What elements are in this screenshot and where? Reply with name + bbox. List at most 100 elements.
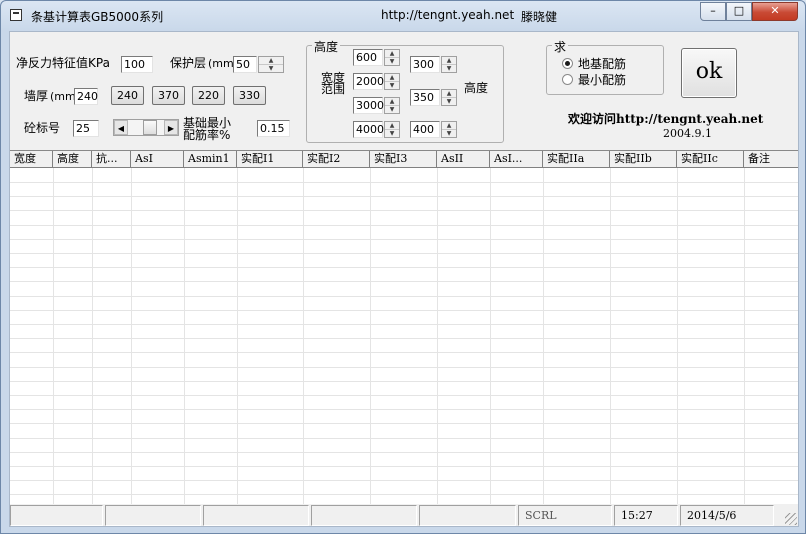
radio-foundation-label[interactable]: 地基配筋 [578,55,626,72]
height-input-1[interactable]: 300 [410,56,440,73]
spin-up-icon[interactable]: ▲ [442,90,456,97]
col-header-asi-2[interactable]: AsI... [490,151,543,167]
wall-input[interactable]: 240 [74,88,98,105]
spin-up-icon[interactable]: ▲ [385,122,399,129]
scroll-right-icon[interactable]: ▶ [164,120,178,135]
spin-up-icon[interactable]: ▲ [385,74,399,81]
grid-row-line [10,225,798,226]
spin-down-icon[interactable]: ▼ [385,105,399,113]
status-bar: SCRL 15:27 2014/5/6 [10,504,798,526]
height-spinner-2[interactable]: ▲ ▼ [441,89,457,106]
width-input-2[interactable]: 2000 [353,73,384,90]
radio-minimum-label[interactable]: 最小配筋 [578,71,626,88]
spin-up-icon[interactable]: ▲ [259,57,283,64]
cover-input[interactable]: 50 [233,56,257,73]
title-author: 滕晓健 [521,10,558,24]
net-reaction-label: 净反力特征值KPa [16,56,110,70]
col-header-asii[interactable]: AsII [437,151,490,167]
grid-row-line [10,480,798,481]
grid-col-line [184,168,185,505]
grid-row-line [10,438,798,439]
grid-col-line [744,168,745,505]
width-input-3[interactable]: 3000 [353,97,384,114]
wall-preset-220-button[interactable]: 220 [192,86,225,105]
col-header-shipei-i1[interactable]: 实配I1 [237,151,303,167]
ok-button[interactable]: ok [681,48,737,98]
wall-preset-370-button[interactable]: 370 [152,86,185,105]
col-header-shipei-iib[interactable]: 实配IIb [610,151,677,167]
app-icon[interactable] [10,9,22,21]
col-header-height[interactable]: 高度 [53,151,92,167]
grid-row-line [10,452,798,453]
radio-minimum[interactable] [562,74,573,85]
spin-down-icon[interactable]: ▼ [442,97,456,105]
spin-down-icon[interactable]: ▼ [442,129,456,137]
grid-row-line [10,196,798,197]
col-header-shipei-iic[interactable]: 实配IIc [677,151,744,167]
maximize-button[interactable]: □ [726,2,752,21]
grid-row-line [10,210,798,211]
spin-down-icon[interactable]: ▼ [385,129,399,137]
grid-row-line [10,324,798,325]
width-input-1[interactable]: 600 [353,49,383,66]
wall-preset-240-button[interactable]: 240 [111,86,144,105]
grid-col-line [490,168,491,505]
spin-down-icon[interactable]: ▼ [385,57,399,65]
status-panel-5 [419,505,516,526]
spin-up-icon[interactable]: ▲ [385,98,399,105]
concrete-scrollbar[interactable]: ◀ ▶ [113,119,179,136]
spin-up-icon[interactable]: ▲ [442,122,456,129]
status-panel-time: 15:27 [614,505,678,526]
scroll-thumb[interactable] [143,120,157,135]
width-spinner-4[interactable]: ▲ ▼ [384,121,400,138]
grid-col-line [437,168,438,505]
cover-label: 保护层 [170,56,207,70]
close-button[interactable]: ✕ [752,2,798,21]
resize-grip-icon[interactable] [785,513,797,525]
width-spinner-3[interactable]: ▲ ▼ [384,97,400,114]
grid-col-line [370,168,371,505]
min-ratio-input[interactable]: 0.15 [257,120,290,137]
wall-preset-330-button[interactable]: 330 [233,86,266,105]
grid-col-line [53,168,54,505]
spin-down-icon[interactable]: ▼ [442,64,456,72]
width-input-4[interactable]: 4000 [353,121,384,138]
main-window: 条基计算表GB5000系列 http://tengnt.yeah.net 滕晓健… [0,0,806,534]
col-header-width[interactable]: 宽度 [10,151,53,167]
min-ratio-label-2: 配筋率% [183,128,231,142]
concrete-input[interactable]: 25 [73,120,99,137]
concrete-label: 砼标号 [24,121,61,135]
height-spinner-1[interactable]: ▲ ▼ [441,56,457,73]
grid-row-line [10,409,798,410]
status-panel-3 [203,505,309,526]
spin-up-icon[interactable]: ▲ [442,57,456,64]
height-input-2[interactable]: 350 [410,89,440,106]
col-header-shipei-iia[interactable]: 实配IIa [543,151,610,167]
date-text: 2004.9.1 [663,127,712,140]
net-reaction-input[interactable]: 100 [121,56,153,73]
spin-up-icon[interactable]: ▲ [385,50,399,57]
minimize-button[interactable]: – [700,2,726,21]
cover-spinner[interactable]: ▲ ▼ [258,56,284,73]
scroll-left-icon[interactable]: ◀ [114,120,128,135]
title-bar[interactable]: 条基计算表GB5000系列 http://tengnt.yeah.net 滕晓健… [1,1,805,31]
width-spinner-1[interactable]: ▲ ▼ [384,49,400,66]
results-grid[interactable]: 宽度 高度 抗... AsI Asmin1 实配I1 实配I2 实配I3 AsI… [10,150,798,505]
col-header-resist[interactable]: 抗... [92,151,131,167]
height-input-3[interactable]: 400 [410,121,440,138]
height-spinner-3[interactable]: ▲ ▼ [441,121,457,138]
col-header-asi[interactable]: AsI [131,151,184,167]
grid-row-line [10,395,798,396]
radio-foundation[interactable] [562,58,573,69]
grid-row-line [10,466,798,467]
col-header-shipei-i2[interactable]: 实配I2 [303,151,370,167]
col-header-remark[interactable]: 备注 [744,151,798,167]
spin-down-icon[interactable]: ▼ [385,81,399,89]
col-header-shipei-i3[interactable]: 实配I3 [370,151,437,167]
wall-label: 墙厚 [24,89,49,103]
window-title: 条基计算表GB5000系列 [31,10,164,24]
spin-down-icon[interactable]: ▼ [259,64,283,72]
width-spinner-2[interactable]: ▲ ▼ [384,73,400,90]
title-url: http://tengnt.yeah.net [381,8,515,22]
col-header-asmin1[interactable]: Asmin1 [184,151,237,167]
